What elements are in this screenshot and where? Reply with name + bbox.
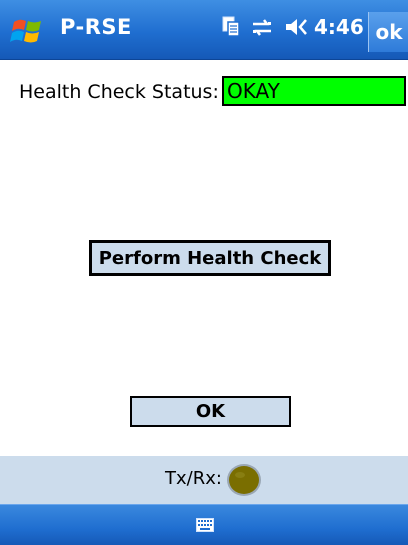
clock-time[interactable]: 4:46 [314,15,364,39]
perform-health-check-button[interactable]: Perform Health Check [89,240,331,276]
speaker-icon[interactable] [284,16,310,38]
perform-health-check-label: Perform Health Check [98,247,322,269]
health-status-label: Health Check Status: [19,81,219,103]
txrx-label: Tx/Rx: [165,468,222,489]
connectivity-icon[interactable] [250,16,274,38]
health-status-field: OKAY [222,76,406,106]
title-bar: P-RSE 4:46 ok [0,0,408,60]
keyboard-icon[interactable] [196,518,214,532]
windows-start-icon[interactable] [10,16,44,46]
copy-icon[interactable] [222,16,240,38]
ok-button[interactable]: OK [130,396,291,427]
ok-button-label: OK [195,401,226,422]
txrx-panel: Tx/Rx: [0,456,408,504]
menu-bar [0,504,408,545]
txrx-led-indicator [227,464,261,496]
app-title: P-RSE [60,15,132,39]
title-ok-button[interactable]: ok [368,12,408,52]
